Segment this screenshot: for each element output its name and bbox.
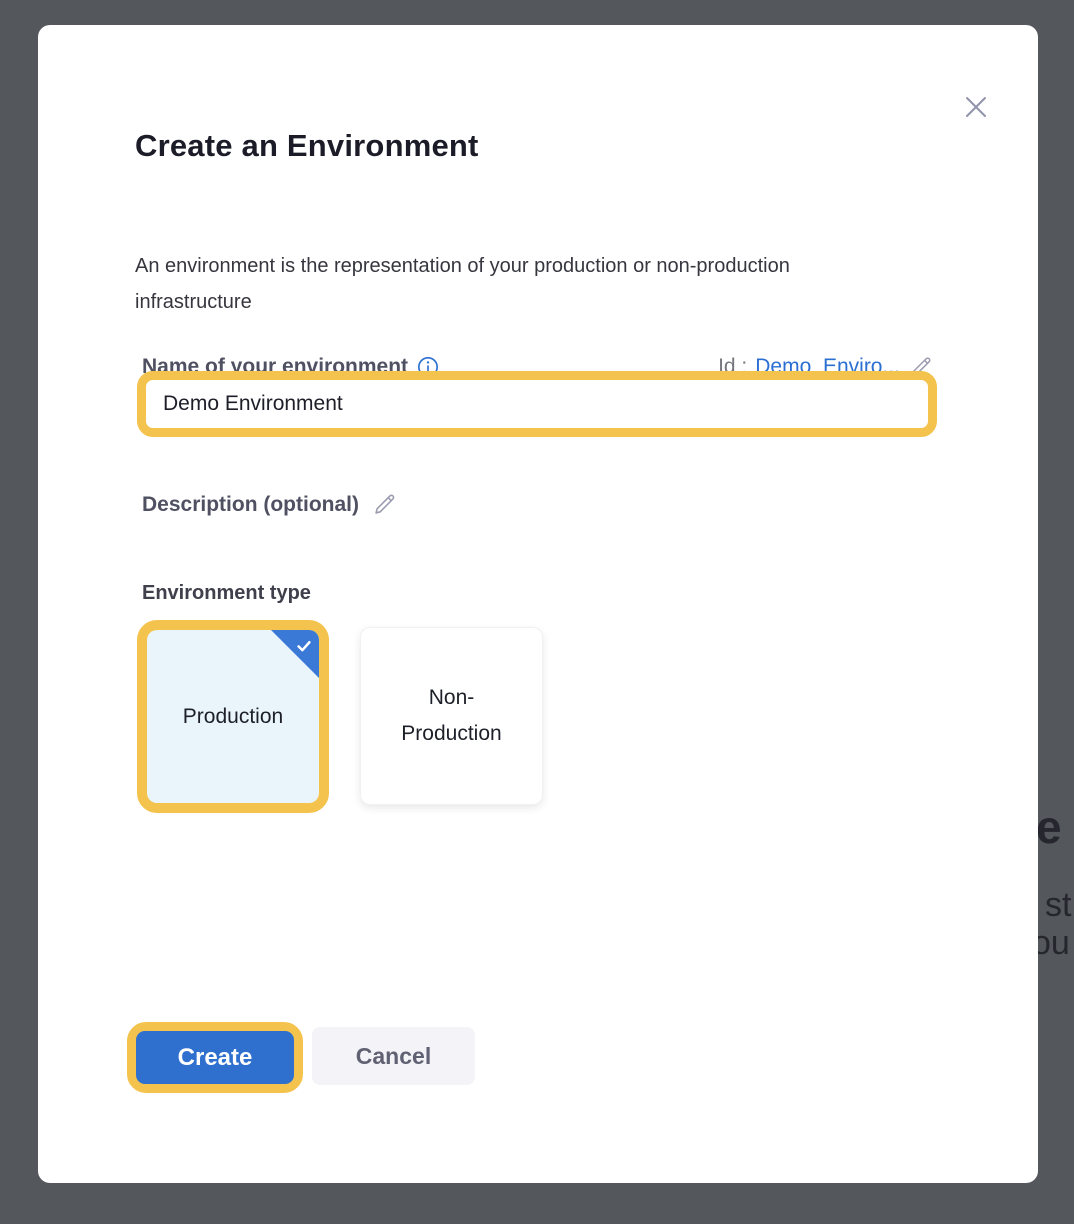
card-label-production: Production <box>183 699 283 735</box>
create-environment-dialog: Create an Environment An environment is … <box>38 25 1038 1183</box>
description-field-label: Description (optional) <box>142 493 359 517</box>
name-input-highlight-ring <box>137 371 937 437</box>
environment-type-card-production[interactable]: Production <box>147 630 319 803</box>
background-text-fragment: e <box>1036 800 1062 854</box>
checkmark-icon <box>294 636 314 656</box>
card-label-non-production: Non-Production <box>389 680 514 752</box>
environment-type-card-non-production[interactable]: Non-Production <box>360 627 543 805</box>
dialog-description: An environment is the representation of … <box>135 248 885 320</box>
environment-name-input[interactable] <box>146 380 928 428</box>
close-icon <box>960 91 992 123</box>
pencil-icon[interactable] <box>371 491 398 518</box>
environment-type-label: Environment type <box>142 582 311 605</box>
background-text-fragment: st <box>1045 886 1071 925</box>
close-button[interactable] <box>956 87 996 127</box>
cancel-button[interactable]: Cancel <box>312 1027 475 1085</box>
dialog-title: Create an Environment <box>135 128 479 164</box>
description-field-header: Description (optional) <box>142 491 398 518</box>
environment-type-production-highlight-ring: Production <box>137 620 329 813</box>
create-button-highlight-ring: Create <box>127 1022 303 1093</box>
create-button[interactable]: Create <box>136 1031 294 1084</box>
page-overlay: { "overlay": { "background_color": "#545… <box>0 0 1074 1224</box>
